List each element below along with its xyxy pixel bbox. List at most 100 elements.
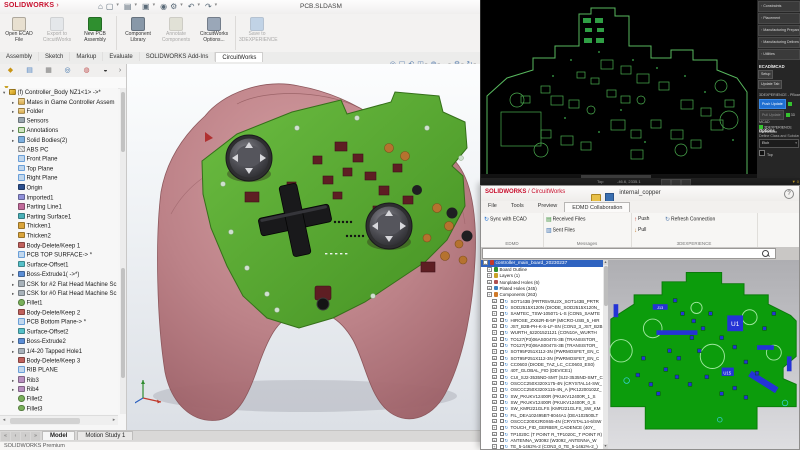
top-checkbox-row[interactable]: Top	[759, 150, 799, 157]
tree-expander-icon[interactable]: +	[492, 304, 497, 310]
tree-expander-icon[interactable]: +	[492, 349, 497, 354]
dimxpert-manager-tab[interactable]: ◎	[59, 65, 76, 76]
tree-expander-icon[interactable]: +	[492, 355, 497, 361]
setup-button[interactable]: Setup	[758, 70, 774, 79]
component-checkbox[interactable]	[499, 425, 504, 430]
tree-expander-icon[interactable]: +	[492, 342, 497, 348]
component-checkbox[interactable]	[499, 343, 504, 348]
circuitworks-options--button[interactable]: CircuitWorks Options...	[196, 15, 232, 43]
tree-expander-icon[interactable]: +	[492, 406, 497, 411]
tree-item-top-plane[interactable]: Top Plane	[0, 164, 118, 175]
component-checkbox[interactable]	[499, 432, 504, 437]
new-document-icon[interactable]: ▢	[106, 2, 114, 11]
tree-expander-icon[interactable]: +	[492, 330, 497, 335]
tree-item-surface-offset2[interactable]: Surface-Offset2	[0, 327, 118, 338]
display-manager-tab[interactable]: ◍	[78, 65, 95, 76]
tree-expander-icon[interactable]: +	[492, 380, 497, 386]
component-checkbox[interactable]	[499, 330, 504, 335]
open-icon[interactable]: ▤	[124, 2, 132, 11]
tree-expander-icon[interactable]: +	[492, 336, 497, 342]
tree-item-pcb-top-surface-[interactable]: PCB TOP SURFACE-> *	[0, 251, 118, 261]
received-files-button[interactable]: ▤Received Files	[546, 216, 585, 224]
home-icon[interactable]: ⌂	[98, 2, 103, 11]
tree-expander-icon[interactable]: -	[483, 260, 488, 265]
tab-scroll-next[interactable]: ›	[21, 432, 30, 441]
dropdown-arrow-icon[interactable]: ▾	[134, 2, 137, 8]
component-checkbox[interactable]	[499, 381, 504, 386]
tree-expander-icon[interactable]: +	[492, 393, 497, 399]
ecad-board-canvas[interactable]	[481, 0, 757, 178]
command-tab-assembly[interactable]: Assembly	[0, 52, 40, 61]
tree-item-thicken2[interactable]: Thicken2	[0, 231, 118, 242]
component-checkbox[interactable]	[499, 362, 504, 367]
graphics-viewport[interactable]	[127, 64, 480, 430]
component-checkbox[interactable]	[499, 375, 504, 380]
tree-item-csk-for-2-flat-head-machine-sc[interactable]: ▸ CSK for #2 Flat Head Machine Sc	[0, 280, 118, 290]
tree-item-boss-extrude1-[interactable]: ▸ Boss-Extrude1( ->*)	[0, 270, 118, 280]
tree-expander-icon[interactable]: +	[492, 418, 497, 424]
help-button[interactable]: ?	[784, 189, 794, 199]
undo-icon[interactable]: ↶	[188, 2, 195, 11]
tree-item-pcb-bottom-plane-[interactable]: PCB Bottom Plane-> *	[0, 318, 118, 328]
panel-section-manufacturing-preparation[interactable]: ›Manufacturing Preparation	[758, 25, 800, 36]
options-icon[interactable]: ⚙	[170, 2, 177, 11]
tree-root-item[interactable]: - controller_main_board_20230237	[481, 260, 603, 267]
tree-item-csk-for-0-flat-head-machine-sc[interactable]: ▸ CSK for #0 Flat Head Machine Sc	[0, 289, 118, 299]
component-checkbox[interactable]	[499, 400, 504, 405]
tree-item-body-delete-keep-2[interactable]: Body-Delete/Keep 2	[0, 308, 118, 319]
component-checkbox[interactable]	[499, 444, 504, 449]
command-tab-evaluate[interactable]: Evaluate	[103, 52, 140, 61]
tree-expander-icon[interactable]: +	[492, 425, 497, 430]
tree-expander-icon[interactable]: +	[492, 437, 497, 443]
tree-item-fillet3[interactable]: Fillet3	[0, 404, 118, 414]
component-checkbox[interactable]	[499, 406, 504, 411]
component-search-input[interactable]	[482, 248, 776, 259]
tree-item-folder[interactable]: ▸ Folder	[0, 107, 118, 117]
logo-menu-arrow[interactable]: ›	[54, 2, 59, 9]
dropdown-arrow-icon[interactable]: ▾	[116, 2, 119, 8]
open-ecad-file-button[interactable]: Open ECAD File	[1, 15, 37, 43]
update-tab-button[interactable]: Update Tab	[758, 80, 783, 89]
component-checkbox[interactable]	[499, 299, 504, 304]
tree-expander-icon[interactable]: +	[492, 399, 497, 405]
tree-item-rib3[interactable]: ▸ Rib3	[0, 376, 118, 386]
panel-section-manufacturing-deliverables[interactable]: ›Manufacturing Deliverables	[758, 37, 800, 48]
component-checkbox[interactable]	[499, 368, 504, 373]
dropdown-arrow-icon[interactable]: ▾	[153, 2, 156, 8]
panel-section-utilities[interactable]: ›Utilities	[758, 49, 800, 60]
tree-expander-icon[interactable]: +	[492, 317, 497, 323]
component-checkbox[interactable]	[499, 394, 504, 399]
tree-expander-icon[interactable]: +	[487, 279, 492, 285]
tree-item-fillet2[interactable]: Fillet2	[0, 395, 118, 405]
tree-item-parting-surface1[interactable]: Parting Surface1	[0, 212, 118, 223]
tree-item--f-controller-body-nz1-1-[interactable]: ▾ (f) Controller_Body NZ1<1> ->*	[0, 88, 118, 98]
bottom-tab-model[interactable]: Model	[42, 431, 76, 440]
tree-item-thicken1[interactable]: Thicken1	[0, 222, 118, 232]
tab-scroll-last[interactable]: »	[31, 432, 40, 441]
tree-item-sensors[interactable]: Sensors	[0, 116, 118, 127]
tree-expander-icon[interactable]: +	[492, 412, 497, 418]
tree-item-boss-extrude2[interactable]: ▸ Boss-Extrude2	[0, 337, 118, 347]
tree-item-fillet1[interactable]: Fillet1	[0, 299, 118, 309]
tree-expander-icon[interactable]: +	[487, 267, 492, 272]
tree-item-imported1[interactable]: Imported1	[0, 193, 118, 204]
command-tab-solidworks-add-ins[interactable]: SOLIDWORKS Add-Ins	[140, 52, 216, 61]
hscroll-thumb[interactable]	[10, 417, 80, 424]
tab-scroll-first[interactable]: «	[1, 432, 10, 441]
tree-expander-icon[interactable]: +	[492, 361, 497, 367]
tab-scroll-prev[interactable]: ‹	[11, 432, 20, 441]
component-checkbox[interactable]	[499, 413, 504, 418]
refresh-connection-button[interactable]: ↻Refresh Connection	[665, 216, 715, 224]
circuitworks-preview-canvas[interactable]: U1 U15 J13	[608, 260, 799, 449]
tree-component-item[interactable]: + ↻ TE_5-1462%-2 (CON3_0_TE_5-1462%-2_)	[481, 444, 603, 449]
configuration-manager-tab[interactable]: ▦	[40, 65, 57, 76]
tree-expander-icon[interactable]: +	[492, 368, 497, 373]
tree-item-solid-bodies-2-[interactable]: ▸ Solid Bodies(2)	[0, 136, 118, 146]
tree-item-surface-offset1[interactable]: Surface-Offset1	[0, 260, 118, 271]
tree-vertical-scrollbar[interactable]	[120, 88, 126, 414]
panel-expand-chevron[interactable]: ›	[116, 65, 124, 76]
component-checkbox[interactable]	[499, 438, 504, 443]
feature-tree-tab[interactable]: ◆	[2, 65, 19, 76]
dropdown-arrow-icon[interactable]: ▾	[180, 2, 183, 8]
dropdown-arrow-icon[interactable]: ▾	[197, 2, 200, 8]
